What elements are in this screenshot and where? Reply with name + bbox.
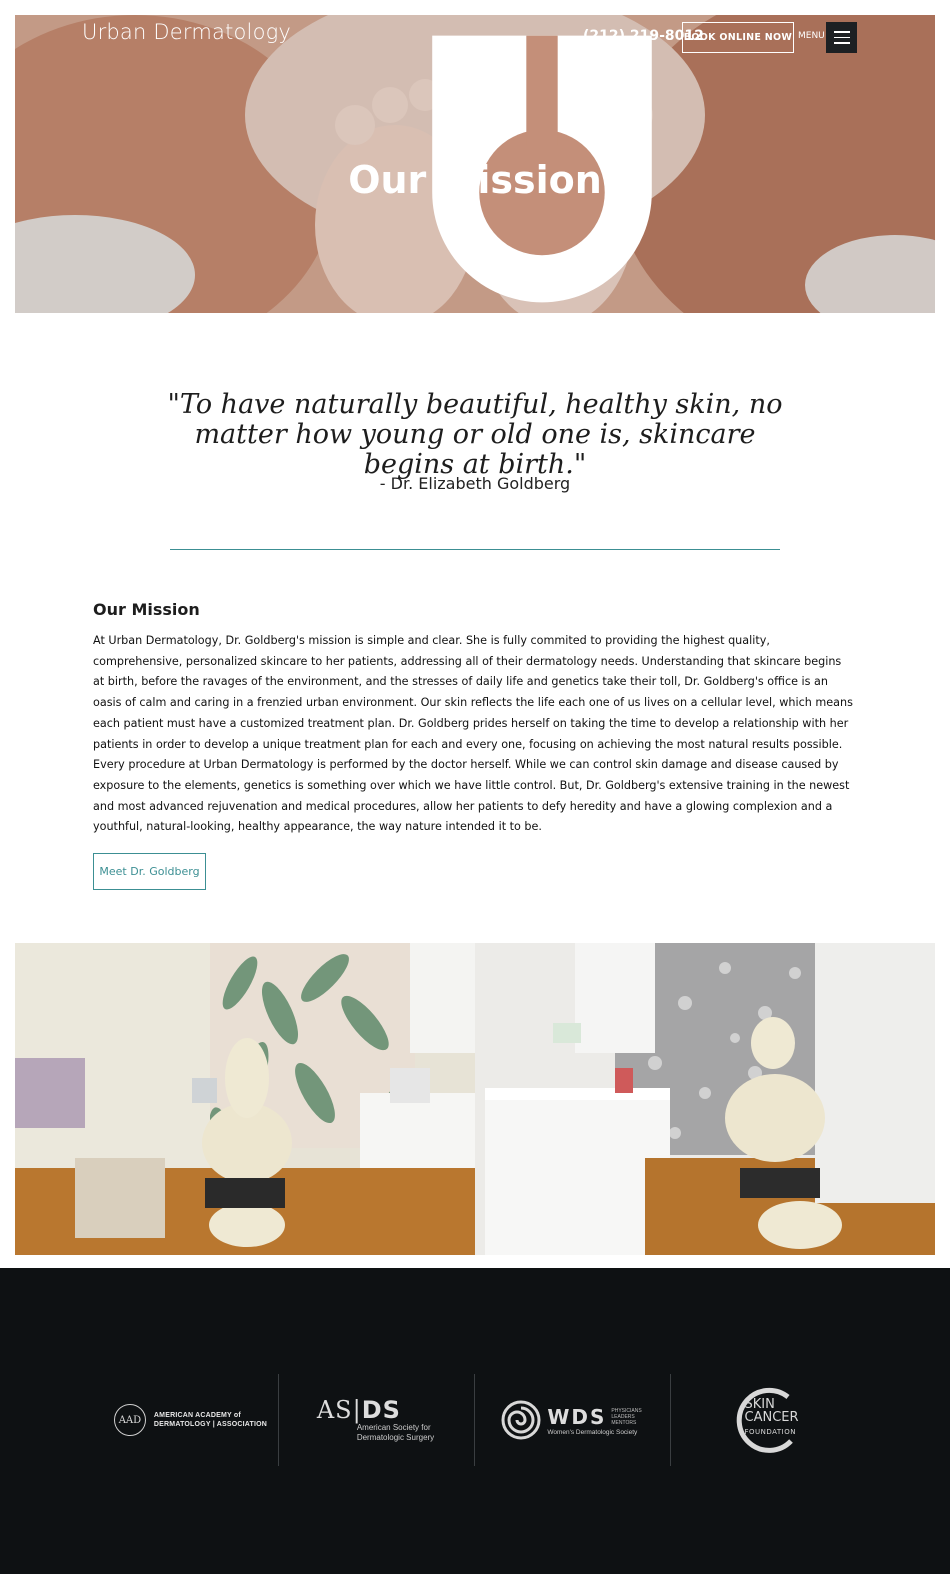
asds-mark-b: DS: [361, 1396, 401, 1424]
aad-line-2: DERMATOLOGY | ASSOCIATION: [153, 1421, 268, 1428]
site-logo[interactable]: Urban Dermatology: [82, 20, 652, 303]
asds-line-1: American Society for: [356, 1423, 431, 1432]
mission-body-text: At Urban Dermatology, Dr. Goldberg's mis…: [93, 634, 853, 834]
wds-swirl-icon: [501, 1400, 541, 1440]
menu-label[interactable]: MENU: [798, 31, 825, 41]
wds-logo[interactable]: WDS PHYSICIANS LEADERS MENTORS Women's D…: [474, 1374, 669, 1466]
scf-line-3: FOUNDATION: [744, 1428, 796, 1436]
hero-banner: Urban Dermatology (212) 219-8012 BOOK ON…: [15, 15, 935, 313]
quote-author: - Dr. Elizabeth Goldberg: [379, 474, 571, 493]
treatment-room-image: [15, 943, 475, 1255]
mission-quote: "To have naturally beautiful, healthy sk…: [167, 389, 783, 480]
asds-logo[interactable]: AS|DS American Society for Dermatologic …: [278, 1374, 473, 1466]
asds-mark-a: AS: [316, 1396, 353, 1424]
hamburger-line: [833, 36, 850, 39]
mission-heading: Our Mission: [93, 600, 200, 619]
aad-line-1: AMERICAN ACADEMY of: [153, 1412, 241, 1419]
hamburger-line: [833, 42, 850, 44]
office-photo-left: [15, 943, 475, 1255]
section-divider: [170, 549, 780, 550]
site-footer: AAD AMERICAN ACADEMY of DERMATOLOGY | AS…: [0, 1268, 950, 1574]
office-photos: [15, 943, 935, 1255]
wds-subtitle: Women's Dermatologic Society: [547, 1428, 638, 1436]
page-title: Our Mission: [348, 158, 602, 202]
office-photo-right: [475, 943, 935, 1255]
scf-line-2: CANCER: [744, 1410, 799, 1425]
wds-tag-1: PHYSICIANS: [611, 1407, 642, 1414]
hamburger-line: [833, 31, 850, 33]
aad-logo[interactable]: AAD AMERICAN ACADEMY of DERMATOLOGY | AS…: [93, 1374, 288, 1466]
hamburger-menu-button[interactable]: [826, 22, 857, 53]
skin-cancer-foundation-logo[interactable]: SKIN CANCER FOUNDATION: [670, 1374, 865, 1466]
treatment-room-image: [475, 943, 935, 1255]
aad-seal-icon: AAD: [113, 1404, 146, 1436]
asds-line-2: Dermatologic Surgery: [356, 1433, 435, 1442]
wds-mark: WDS: [547, 1404, 607, 1429]
book-online-button[interactable]: BOOK ONLINE NOW: [682, 22, 794, 53]
wds-tag-3: MENTORS: [611, 1419, 637, 1426]
meet-dr-goldberg-button[interactable]: Meet Dr. Goldberg: [93, 853, 206, 890]
